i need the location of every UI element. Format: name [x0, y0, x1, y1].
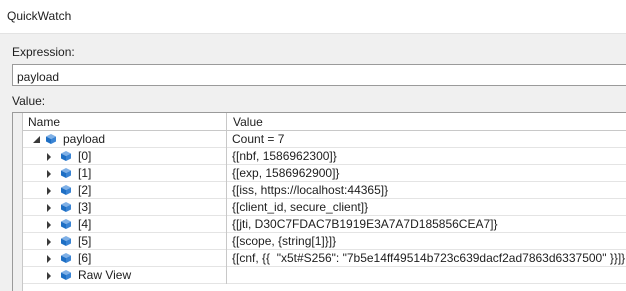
expand-arrow-icon[interactable]: [47, 187, 51, 195]
table-row[interactable]: [2] {[iss, https://localhost:44365]}: [23, 182, 626, 199]
row-name: [3]: [78, 200, 92, 214]
name-cell: [2]: [23, 182, 227, 199]
expand-arrow-icon[interactable]: [47, 272, 51, 280]
expand-arrow-icon[interactable]: [47, 204, 51, 212]
watch-grid: Name Value payload Count = 7 [0] {[nbf, …: [12, 112, 626, 291]
row-name: [5]: [78, 234, 92, 248]
row-name: [0]: [78, 149, 92, 163]
field-cube-icon: [61, 202, 71, 212]
value-cell: {[nbf, 1586962300]}: [232, 149, 337, 163]
table-row[interactable]: [3] {[client_id, secure_client]}: [23, 199, 626, 216]
value-cell: {[client_id, secure_client]}: [232, 200, 369, 214]
value-cell: {[jti, D30C7FDAC7B1919E3A7A7D185856CEA7]…: [232, 217, 498, 231]
field-cube-icon: [46, 134, 56, 144]
name-cell: [1]: [23, 165, 227, 182]
name-cell: [5]: [23, 233, 227, 250]
quickwatch-panel: Expression: Value: Name Value payload: [0, 33, 626, 291]
title-bar: QuickWatch: [0, 0, 626, 33]
table-row-root[interactable]: payload Count = 7: [23, 131, 626, 148]
field-cube-icon: [61, 270, 71, 280]
value-cell: {[scope, {string[1]}]}: [232, 234, 337, 248]
name-cell: Raw View: [23, 267, 227, 284]
row-name: [2]: [78, 183, 92, 197]
value-cell: {[exp, 1586962900]}: [232, 166, 340, 180]
row-name: [1]: [78, 166, 92, 180]
collapse-arrow-icon[interactable]: [33, 136, 40, 143]
field-cube-icon: [61, 236, 71, 246]
table-row-raw-view[interactable]: Raw View: [23, 267, 626, 284]
row-name: payload: [63, 132, 106, 146]
field-cube-icon: [61, 185, 71, 195]
field-cube-icon: [61, 168, 71, 178]
name-cell: [6]: [23, 250, 227, 267]
expand-arrow-icon[interactable]: [47, 221, 51, 229]
row-name: [6]: [78, 251, 92, 265]
grid-header: Name Value: [23, 113, 626, 131]
expand-arrow-icon[interactable]: [47, 238, 51, 246]
row-name: [4]: [78, 217, 92, 231]
value-label: Value:: [12, 94, 46, 108]
table-row[interactable]: [4] {[jti, D30C7FDAC7B1919E3A7A7D185856C…: [23, 216, 626, 233]
value-cell: Count = 7: [232, 132, 285, 146]
expand-arrow-icon[interactable]: [47, 255, 51, 263]
grid-rows: payload Count = 7 [0] {[nbf, 1586962300]…: [23, 131, 626, 284]
name-cell: [0]: [23, 148, 227, 165]
value-cell: [227, 267, 626, 284]
name-cell: [3]: [23, 199, 227, 216]
name-cell: payload: [23, 131, 227, 148]
column-header-name[interactable]: Name: [23, 113, 227, 131]
expression-input[interactable]: [12, 64, 626, 86]
name-cell: [4]: [23, 216, 227, 233]
field-cube-icon: [61, 253, 71, 263]
table-row[interactable]: [0] {[nbf, 1586962300]}: [23, 148, 626, 165]
row-gutter: [13, 113, 23, 291]
expand-arrow-icon[interactable]: [47, 170, 51, 178]
row-name: Raw View: [78, 268, 132, 282]
table-row[interactable]: [5] {[scope, {string[1]}]}: [23, 233, 626, 250]
column-header-value[interactable]: Value: [227, 113, 626, 131]
value-cell: {[iss, https://localhost:44365]}: [232, 183, 389, 197]
expand-arrow-icon[interactable]: [47, 153, 51, 161]
value-cell: {[cnf, {{ "x5t#S256": "7b5e14ff49514b723…: [232, 251, 626, 265]
expression-label: Expression:: [12, 45, 75, 59]
field-cube-icon: [61, 151, 71, 161]
table-row[interactable]: [1] {[exp, 1586962900]}: [23, 165, 626, 182]
window-title: QuickWatch: [7, 9, 72, 23]
table-row[interactable]: [6] {[cnf, {{ "x5t#S256": "7b5e14ff49514…: [23, 250, 626, 267]
field-cube-icon: [61, 219, 71, 229]
